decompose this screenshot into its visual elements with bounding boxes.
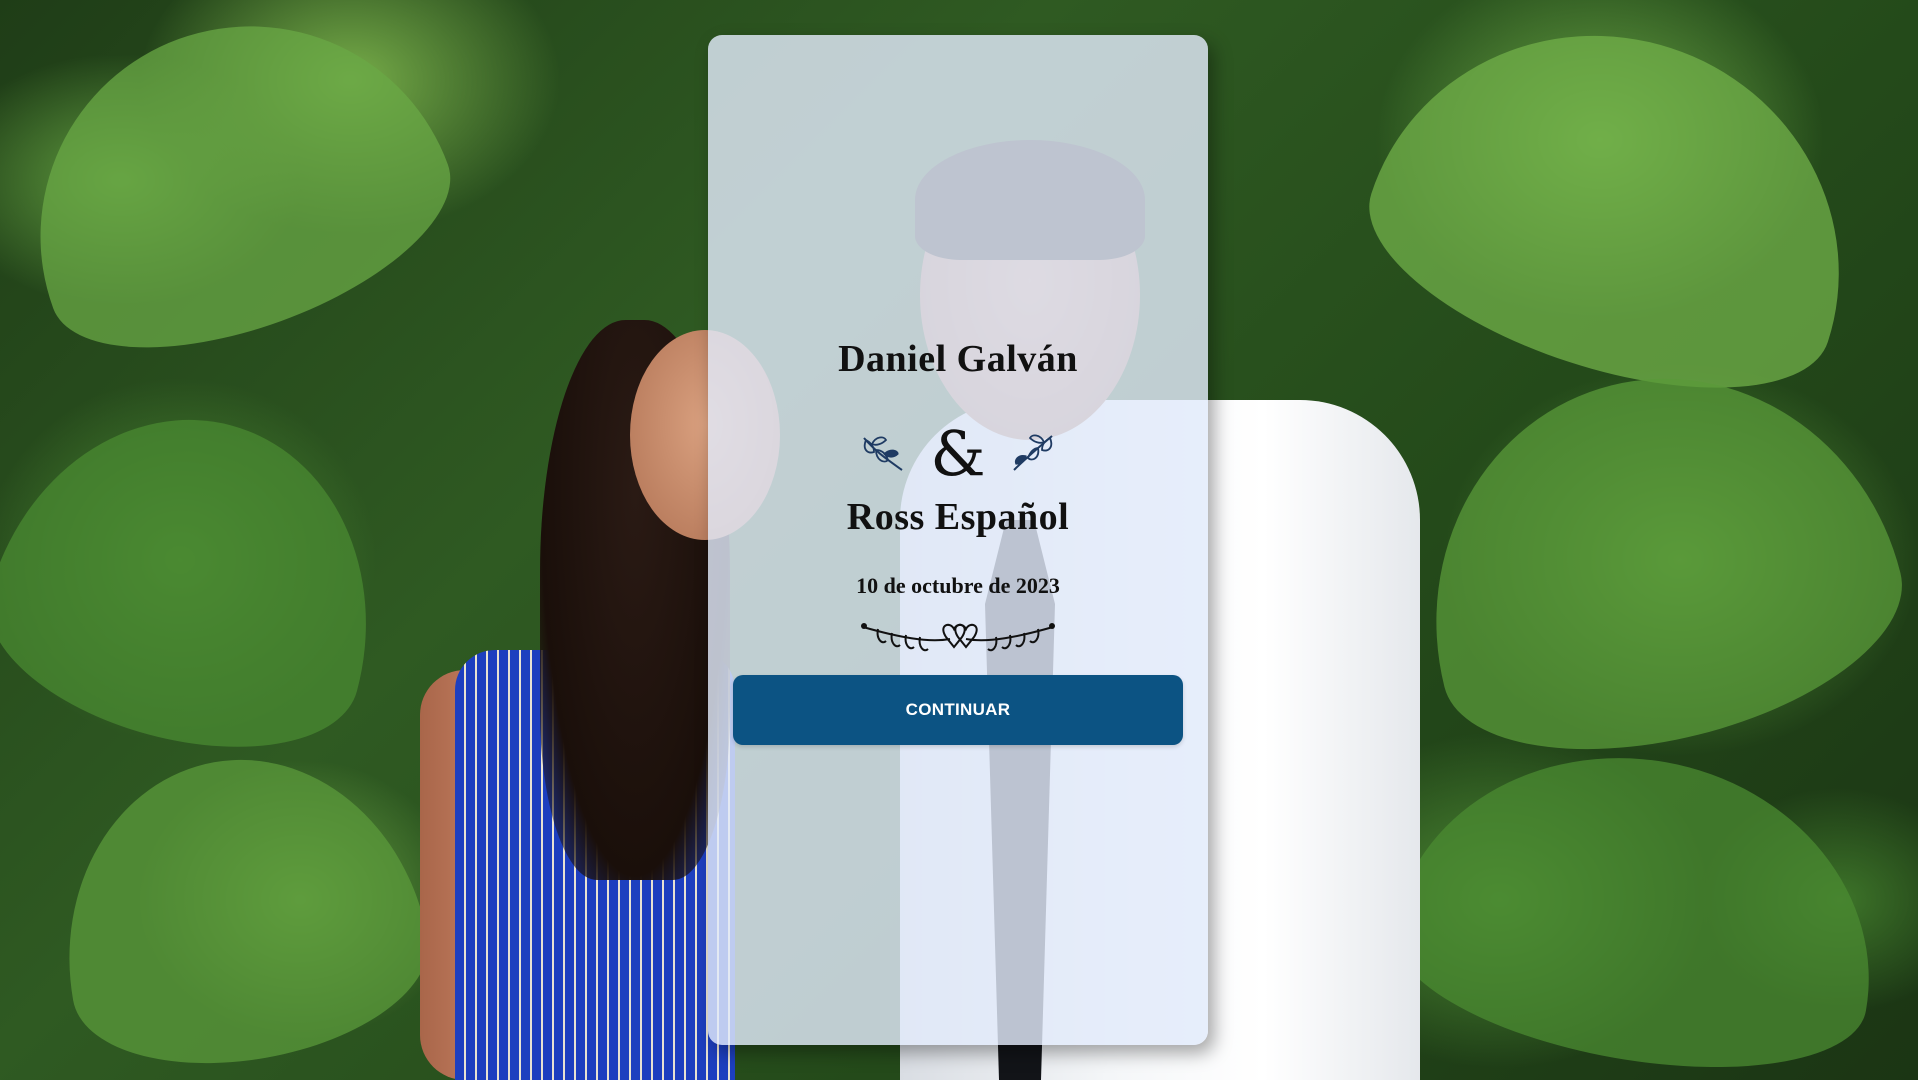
foliage-leaf [1377,720,1903,1080]
foliage-leaf [36,731,444,1080]
foliage-leaf [1340,0,1900,437]
wedding-date: 10 de octubre de 2023 [856,573,1060,598]
invitation-content: Daniel Galván & Ross Español 10 de octub… [708,35,1208,1045]
bride-name: Ross Español [846,496,1070,538]
foliage-leaf [1383,328,1918,792]
invitation-card: Daniel Galván & Ross Español 10 de octub… [708,35,1208,1045]
foliage-leaf [0,376,415,784]
laurel-branch-icon [1012,434,1053,471]
laurel-branch-icon [863,436,903,471]
hearts-divider-icon [861,623,1055,652]
continue-button[interactable]: CONTINUAR [733,675,1183,745]
ampersand: & [930,417,986,490]
ampersand-row: & [708,417,1208,487]
groom-name: Daniel Galván [838,338,1078,380]
foliage-leaf [0,0,479,393]
